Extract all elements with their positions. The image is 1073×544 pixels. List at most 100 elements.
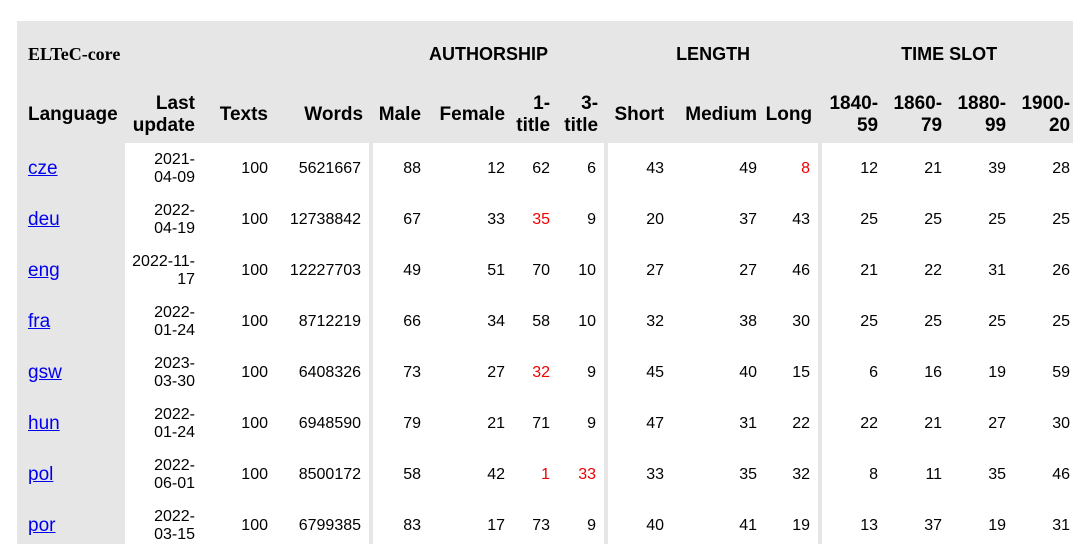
ts4-cell: 26 [1014,245,1073,296]
ts4-cell: 31 [1014,500,1073,544]
medium-cell: 41 [672,500,766,544]
col-texts-header: Texts [219,104,268,125]
table-title: ELTeC-core [28,43,121,64]
texts-cell: 100 [203,347,276,398]
medium-cell: 49 [672,143,766,194]
ts3-cell: 25 [950,296,1015,347]
medium-cell: 27 [672,245,766,296]
female-cell: 27 [429,347,514,398]
language-link-cze[interactable]: cze [28,158,58,179]
last-update-cell: 2022- 01-24 [125,398,203,449]
ts4-cell: 59 [1014,347,1073,398]
long-cell: 43 [765,194,821,245]
language-cell: deu [17,194,125,245]
group-time-slot: TIME SLOT [901,43,998,64]
last-update-part: 2022- [154,201,195,219]
col-1860-79-header: 1860- 79 [893,93,943,136]
long-cell: 46 [765,245,821,296]
texts-cell: 100 [203,449,276,500]
short-cell: 43 [604,143,673,194]
last-update-cell: 2022-11- 17 [125,245,203,296]
last-update-part: 01-24 [154,321,195,339]
language-cell: eng [17,245,125,296]
language-cell: pol [17,449,125,500]
short-cell: 20 [604,194,673,245]
words-cell: 6799385 [276,500,372,544]
language-link-hun[interactable]: hun [28,413,60,434]
words-cell: 6408326 [276,347,372,398]
table-row: deu 2022- 04-19 100 12738842 67 33 35 9 20 37 43 25 2… [17,194,1073,245]
t3-cell: 9 [558,398,607,449]
texts-cell: 100 [203,398,276,449]
language-link-pol[interactable]: pol [28,464,53,485]
table-row: gsw 2023- 03-30 100 6408326 73 27 32 9 45 40 15 6 16 1… [17,347,1073,398]
language-link-gsw[interactable]: gsw [28,362,62,383]
table-row: pol 2022- 06-01 100 8500172 58 42 1 33 33 35 32 8 11 3… [17,449,1073,500]
ts2-cell: 16 [886,347,951,398]
col-female-header: Female [439,104,506,125]
col-1-title-header: 1- title [516,93,551,136]
col-short-header: Short [614,104,665,125]
last-update-cell: 2022- 03-15 [125,500,203,544]
ts1-cell: 6 [818,347,887,398]
col-long-header: Long [765,104,813,125]
words-cell: 6948590 [276,398,372,449]
medium-cell: 31 [672,398,766,449]
language-link-eng[interactable]: eng [28,260,60,281]
medium-cell: 38 [672,296,766,347]
long-cell: 30 [765,296,821,347]
male-cell: 73 [369,347,430,398]
medium-cell: 35 [672,449,766,500]
table-row: fra 2022- 01-24 100 8712219 66 34 58 10 32 38 30 25 2… [17,296,1073,347]
t1-cell: 62 [513,143,559,194]
female-cell: 17 [429,500,514,544]
col-1900-20-header: 1900- 20 [1021,93,1071,136]
col-1840-59-header: 1840- 59 [829,93,879,136]
ts1-cell: 8 [818,449,887,500]
ts2-cell: 25 [886,194,951,245]
last-update-cell: 2023- 03-30 [125,347,203,398]
col-medium-header: Medium [685,104,758,125]
table-body: cze 2021- 04-09 100 5621667 88 12 62 6 43 49 8 12 21 3… [17,143,1073,544]
female-cell: 42 [429,449,514,500]
col-male-header: Male [378,104,422,125]
ts3-cell: 31 [950,245,1015,296]
group-header-row: ELTeC-core AUTHORSHIP LENGTH TIME SLOT [17,21,1073,87]
language-cell: por [17,500,125,544]
ts1-cell: 21 [818,245,887,296]
texts-cell: 100 [203,296,276,347]
t3-cell: 10 [558,245,607,296]
long-cell: 22 [765,398,821,449]
ts3-cell: 35 [950,449,1015,500]
last-update-part: 2022-11- [132,252,195,270]
ts4-cell: 25 [1014,296,1073,347]
texts-cell: 100 [203,194,276,245]
words-cell: 8712219 [276,296,372,347]
t3-cell: 9 [558,194,607,245]
last-update-part: 06-01 [154,474,195,492]
t1-cell: 32 [513,347,559,398]
ts2-cell: 21 [886,398,951,449]
last-update-cell: 2022- 04-19 [125,194,203,245]
ts3-cell: 25 [950,194,1015,245]
ts1-cell: 22 [818,398,887,449]
texts-cell: 100 [203,245,276,296]
language-link-fra[interactable]: fra [28,311,50,332]
short-cell: 27 [604,245,673,296]
language-link-por[interactable]: por [28,515,55,536]
language-cell: cze [17,143,125,194]
words-cell: 12738842 [276,194,372,245]
long-cell: 15 [765,347,821,398]
ts2-cell: 21 [886,143,951,194]
language-link-deu[interactable]: deu [28,209,60,230]
table-row: cze 2021- 04-09 100 5621667 88 12 62 6 43 49 8 12 21 3… [17,143,1073,194]
last-update-part: 2021- [154,150,195,168]
last-update-part: 04-19 [154,219,195,237]
last-update-cell: 2021- 04-09 [125,143,203,194]
last-update-part: 2022- [154,405,195,423]
last-update-cell: 2022- 06-01 [125,449,203,500]
last-update-part: 03-15 [154,525,195,543]
group-authorship: AUTHORSHIP [429,43,549,64]
words-cell: 8500172 [276,449,372,500]
t3-cell: 9 [558,347,607,398]
